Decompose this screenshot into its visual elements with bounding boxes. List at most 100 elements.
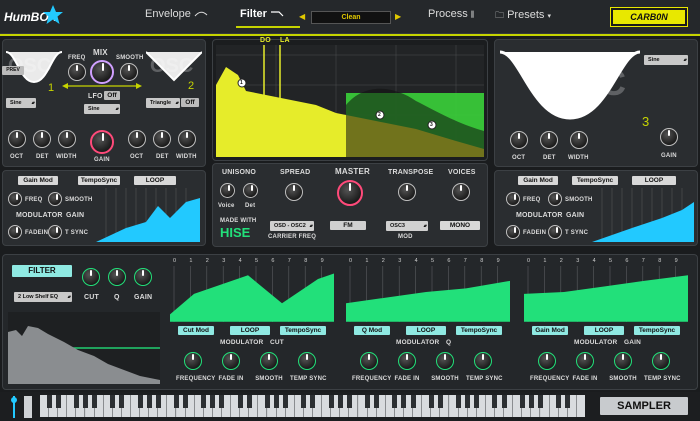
modulator-2-button-2[interactable]: LOOP — [406, 326, 446, 335]
osc1-gainmod-button[interactable]: Gain Mod — [18, 176, 58, 185]
osc1-width-knob[interactable] — [58, 130, 76, 148]
osc2-wave-select[interactable]: Triangle — [146, 98, 180, 108]
modulator-1-button-3[interactable]: TempoSync — [280, 326, 326, 335]
piano-black-key[interactable] — [456, 395, 461, 408]
mod-wheel[interactable] — [24, 396, 32, 418]
piano-black-key[interactable] — [519, 395, 525, 408]
modulator-1-knob-2[interactable] — [222, 352, 240, 370]
piano-black-key[interactable] — [310, 395, 316, 408]
piano-black-key[interactable] — [119, 395, 125, 408]
piano-black-key[interactable] — [210, 395, 216, 408]
filter-type-select[interactable]: 2 Low Shelf EQ — [14, 292, 72, 302]
osc-gain-knob[interactable] — [90, 130, 114, 154]
preset-prev-button[interactable]: ◀ — [299, 12, 305, 21]
piano-black-key[interactable] — [146, 395, 152, 408]
tab-envelope[interactable]: Envelope — [145, 8, 208, 20]
carrier-select[interactable]: OSD - OSC2 — [270, 221, 314, 231]
sampler-button[interactable]: SAMPLER — [600, 397, 688, 415]
piano-black-key[interactable] — [365, 395, 370, 408]
voices-knob[interactable] — [452, 183, 470, 201]
spectrum-point-3[interactable]: 3 — [430, 122, 433, 128]
piano-black-key[interactable] — [173, 395, 179, 408]
modulator-3-envelope-display[interactable] — [524, 266, 690, 322]
modulator-2-knob-3[interactable] — [436, 352, 454, 370]
osc1-freq-knob[interactable] — [68, 63, 86, 81]
osc3-mod-fadein-knob[interactable] — [506, 225, 520, 239]
modulator-3-knob-1[interactable] — [538, 352, 556, 370]
master-knob[interactable] — [337, 180, 363, 206]
piano-black-key[interactable] — [92, 395, 97, 408]
filter-title-button[interactable]: FILTER — [12, 265, 72, 277]
piano-black-key[interactable] — [465, 395, 471, 408]
osc1-temposync-button[interactable]: TempoSync — [78, 176, 120, 185]
piano-black-key[interactable] — [283, 395, 289, 408]
osc2-oct-knob[interactable] — [128, 130, 146, 148]
modulator-3-knob-2[interactable] — [576, 352, 594, 370]
modulator-1-envelope-display[interactable] — [170, 266, 336, 322]
modulator-3-button-3[interactable]: TempoSync — [634, 326, 680, 335]
modulator-2-button-1[interactable]: Q Mod — [354, 326, 390, 335]
modulator-3-knob-4[interactable] — [652, 352, 670, 370]
piano-black-key[interactable] — [219, 395, 225, 408]
osc1-prev-button[interactable]: PREV — [2, 66, 24, 75]
osc1-mod-tsync-knob[interactable] — [48, 225, 62, 239]
osc1-mod-freq-knob[interactable] — [8, 192, 22, 206]
osc3-mod-tsync-knob[interactable] — [548, 225, 562, 239]
preset-next-button[interactable]: ▶ — [395, 12, 401, 21]
filter-q-knob[interactable] — [108, 268, 126, 286]
piano-black-key[interactable] — [82, 395, 88, 408]
piano-black-key[interactable] — [474, 395, 480, 408]
filter-gain-knob[interactable] — [134, 268, 152, 286]
modulator-3-button-2[interactable]: LOOP — [584, 326, 624, 335]
osc3-width-knob[interactable] — [570, 131, 588, 149]
modulator-2-button-3[interactable]: TempoSync — [456, 326, 502, 335]
piano-black-key[interactable] — [237, 395, 243, 408]
spectrum-point-1[interactable]: 1 — [240, 80, 243, 86]
osc1-mod-envelope-display[interactable] — [96, 188, 200, 242]
piano-black-key[interactable] — [301, 395, 307, 408]
fm-button[interactable]: FM — [330, 221, 366, 230]
piano-black-key[interactable] — [410, 395, 416, 408]
piano-black-key[interactable] — [528, 395, 534, 408]
modulator-2-knob-4[interactable] — [474, 352, 492, 370]
modulator-1-button-1[interactable]: Cut Mod — [178, 326, 214, 335]
filter-response-display[interactable] — [8, 312, 160, 384]
piano-black-key[interactable] — [556, 395, 562, 408]
filter-cut-knob[interactable] — [82, 268, 100, 286]
mod-select[interactable]: OSC3 — [386, 221, 428, 231]
osc2-toggle[interactable]: Off — [181, 98, 199, 107]
modulator-3-knob-3[interactable] — [614, 352, 632, 370]
unison-det-knob[interactable] — [243, 183, 258, 198]
transpose-knob[interactable] — [398, 183, 416, 201]
piano-black-key[interactable] — [374, 395, 380, 408]
piano-keyboard[interactable] — [40, 395, 585, 417]
osc2-det-knob[interactable] — [153, 130, 171, 148]
piano-black-key[interactable] — [392, 395, 398, 408]
spread-knob[interactable] — [285, 183, 303, 201]
piano-black-key[interactable] — [328, 395, 334, 408]
osc1-det-knob[interactable] — [33, 130, 51, 148]
tab-process[interactable]: Process ⫼ — [428, 8, 475, 20]
unison-voice-knob[interactable] — [220, 183, 235, 198]
piano-black-key[interactable] — [492, 395, 498, 408]
lfo-toggle[interactable]: Off — [104, 91, 120, 100]
piano-black-key[interactable] — [137, 395, 143, 408]
spectrum-point-2[interactable]: 2 — [378, 112, 381, 118]
piano-black-key[interactable] — [501, 395, 507, 408]
piano-black-key[interactable] — [183, 395, 188, 408]
modulator-1-knob-4[interactable] — [298, 352, 316, 370]
piano-black-key[interactable] — [346, 395, 352, 408]
modulator-2-knob-2[interactable] — [398, 352, 416, 370]
modulator-1-knob-1[interactable] — [184, 352, 202, 370]
osc3-mod-envelope-display[interactable] — [592, 188, 694, 242]
osc1-wave-select[interactable]: Sine — [6, 98, 36, 108]
piano-black-key[interactable] — [401, 395, 407, 408]
filter-spectrum-display[interactable] — [216, 45, 484, 157]
piano-black-key[interactable] — [274, 395, 279, 408]
osc3-wave-select[interactable]: Sine — [644, 55, 688, 65]
piano-black-key[interactable] — [55, 395, 61, 408]
modulator-2-knob-1[interactable] — [360, 352, 378, 370]
osc3-temposync-button[interactable]: TempoSync — [572, 176, 618, 185]
osc3-oct-knob[interactable] — [510, 131, 528, 149]
pitch-wheel-icon[interactable] — [10, 396, 18, 418]
